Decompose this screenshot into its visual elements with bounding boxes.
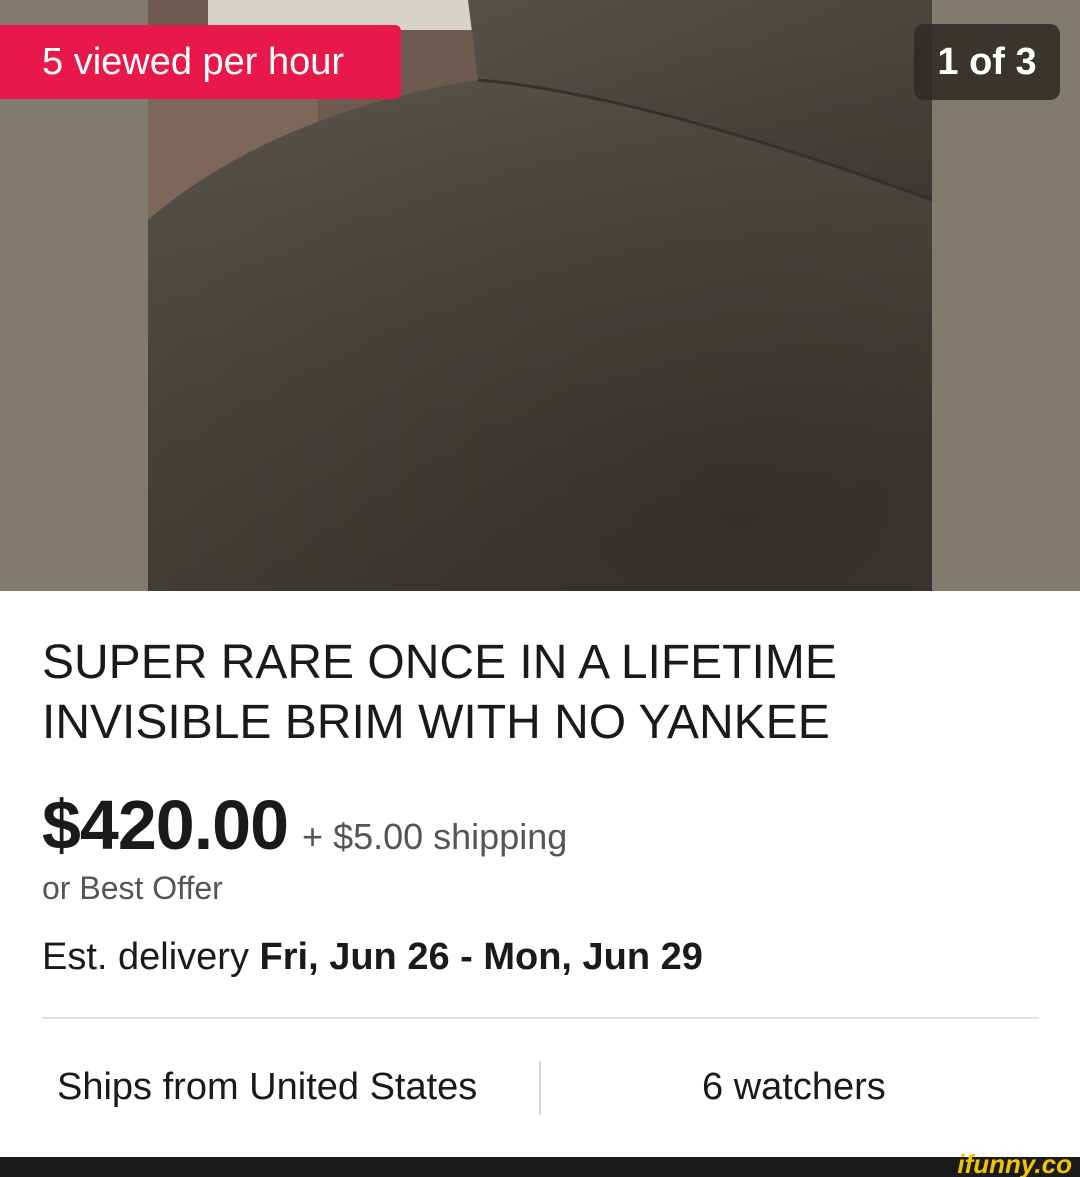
views-per-hour-label: 5 viewed per hour bbox=[42, 41, 345, 83]
ships-from-label: Ships from United States bbox=[57, 1066, 478, 1108]
best-offer-label: or Best Offer bbox=[42, 870, 223, 906]
shipping-cost: + $5.00 shipping bbox=[302, 816, 568, 857]
ifunny-watermark: ifunny.co bbox=[957, 1149, 1072, 1177]
image-counter-label: 1 of 3 bbox=[937, 41, 1037, 83]
price-row: $420.00 + $5.00 shipping bbox=[42, 788, 567, 862]
listing-title-line-1: SUPER RARE ONCE IN A LIFETIME bbox=[42, 636, 837, 689]
listing-title: SUPER RARE ONCE IN A LIFETIME INVISIBLE … bbox=[42, 633, 1042, 753]
image-gallery[interactable]: 5 viewed per hour 1 of 3 bbox=[0, 0, 1080, 591]
listing-title-line-2: INVISIBLE BRIM WITH NO YANKEE bbox=[42, 696, 830, 749]
listing-page: 5 viewed per hour 1 of 3 SUPER RARE ONCE… bbox=[0, 0, 1080, 1177]
views-per-hour-badge: 5 viewed per hour bbox=[0, 25, 401, 99]
delivery-dates: Fri, Jun 26 - Mon, Jun 29 bbox=[259, 936, 703, 978]
footer-bar bbox=[0, 1157, 1080, 1177]
watchers-count: 6 watchers bbox=[702, 1066, 886, 1108]
item-price: $420.00 bbox=[42, 786, 289, 864]
section-divider bbox=[42, 1017, 1039, 1019]
info-separator bbox=[539, 1061, 541, 1115]
delivery-prefix: Est. delivery bbox=[42, 936, 260, 978]
image-counter-badge: 1 of 3 bbox=[914, 24, 1060, 100]
estimated-delivery: Est. delivery Fri, Jun 26 - Mon, Jun 29 bbox=[42, 936, 703, 979]
